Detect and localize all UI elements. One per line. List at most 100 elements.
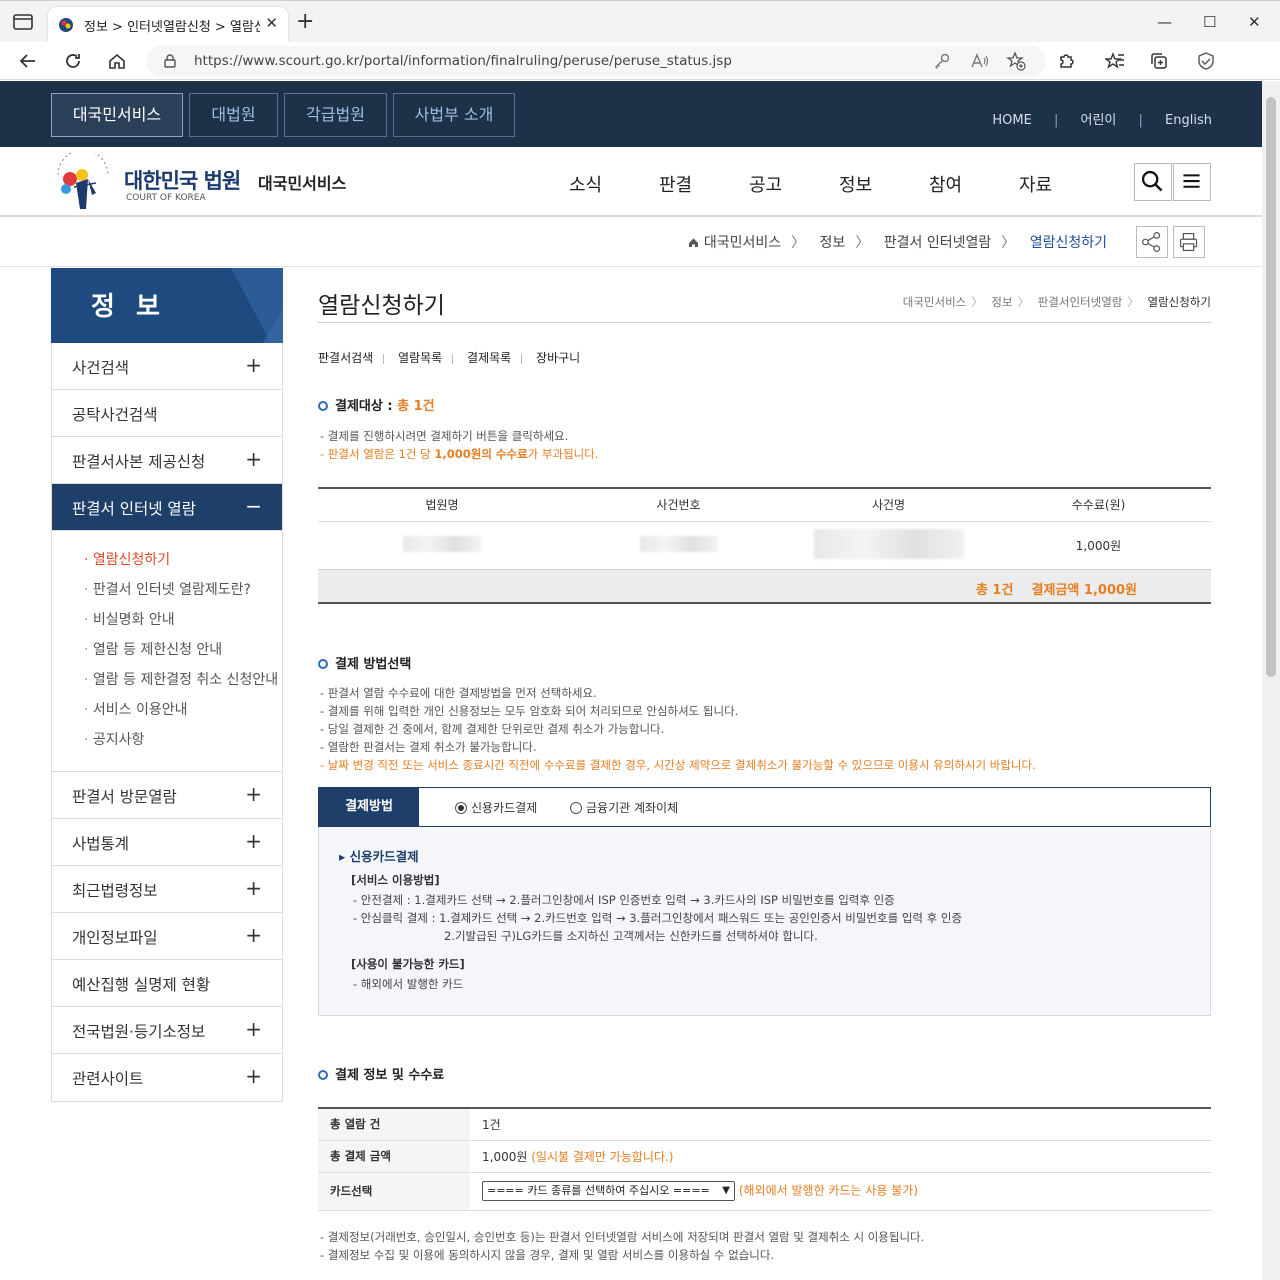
tab-payment-list[interactable]: 결제목록 (467, 351, 511, 365)
chevron-down-icon[interactable]: ▼ (722, 1182, 730, 1200)
tab-close-icon[interactable]: ✕ (265, 14, 278, 32)
url-field[interactable]: https://www.scourt.go.kr/portal/informat… (146, 46, 1046, 76)
tab-actions-icon[interactable] (12, 13, 34, 31)
expand-icon[interactable]: + (245, 353, 262, 377)
warning-line: - 날짜 변경 직전 또는 서비스 종료시간 직전에 수수료를 결제한 경우, … (320, 758, 1036, 772)
summary-count: 총 1건 (975, 583, 1014, 598)
radio-unchecked-icon[interactable] (570, 802, 582, 814)
refresh-icon[interactable] (63, 51, 83, 71)
submenu-service-guide[interactable]: 서비스 이용안내 (84, 695, 282, 725)
gnb-judgment[interactable]: 판결 (659, 171, 692, 197)
submenu-anonymization[interactable]: 비실명화 안내 (84, 605, 282, 635)
search-icon (1141, 170, 1163, 192)
sidebar-item-recent-laws[interactable]: 최근법령정보 + (52, 866, 282, 913)
menu-button[interactable] (1173, 163, 1211, 201)
submenu-restriction-cancel[interactable]: 열람 등 제한결정 취소 신청안내 (84, 665, 282, 695)
redacted-text (813, 529, 964, 560)
expand-icon[interactable]: + (245, 782, 262, 806)
sidebar-item-deposit-search[interactable]: 공탁사건검색 (52, 390, 282, 437)
court-emblem-icon[interactable] (52, 153, 114, 213)
tab-judgment-search[interactable]: 판결서검색 (318, 351, 373, 365)
sidebar-item-label: 관련사이트 (72, 1070, 144, 1088)
gnb-info[interactable]: 정보 (839, 171, 872, 197)
sidebar-item-visit-viewing[interactable]: 판결서 방문열람 + (52, 772, 282, 819)
lock-icon[interactable] (164, 54, 176, 68)
tab-divider (521, 353, 523, 364)
key-icon[interactable] (932, 51, 952, 71)
collapse-icon[interactable]: − (245, 494, 262, 518)
scrollbar-thumb[interactable] (1266, 97, 1276, 677)
breadcrumb-item[interactable]: 판결서 인터넷열람 (884, 235, 992, 251)
breadcrumb-arrow: 〉 (791, 235, 806, 251)
back-icon[interactable] (18, 51, 38, 71)
sidebar-item-budget[interactable]: 예산집행 실명제 현황 (52, 960, 282, 1007)
radio-credit-card[interactable]: 신용카드결제 (455, 799, 537, 816)
favorites-icon[interactable] (1105, 51, 1125, 71)
logo-title[interactable]: 대한민국 법원 (124, 165, 241, 195)
home-link[interactable]: HOME (992, 113, 1031, 128)
print-button[interactable] (1173, 226, 1205, 258)
add-favorite-icon[interactable] (1006, 51, 1026, 71)
gnb-materials[interactable]: 자료 (1019, 171, 1052, 197)
topnav-public-service[interactable]: 대국민서비스 (51, 93, 183, 137)
topnav-supreme-court[interactable]: 대법원 (189, 93, 278, 137)
mini-breadcrumb-item[interactable]: 판결서인터넷열람 (1038, 295, 1123, 309)
share-button[interactable] (1136, 226, 1168, 258)
breadcrumb-current[interactable]: 열람신청하기 (1030, 235, 1107, 251)
collections-icon[interactable] (1149, 51, 1169, 71)
sidebar-item-label: 예산집행 실명제 현황 (72, 976, 211, 994)
sidebar-item-related-sites[interactable]: 관련사이트 + (52, 1054, 282, 1101)
sidebar-item-case-search[interactable]: 사건검색 + (52, 343, 282, 390)
bullet-circle-icon (318, 659, 328, 669)
expand-icon[interactable]: + (245, 876, 262, 900)
summary-text: 총 1건 결제금액 1,000원 (976, 579, 1137, 598)
mini-breadcrumb-item[interactable]: 정보 (991, 295, 1012, 309)
topnav-courts[interactable]: 각급법원 (284, 93, 387, 137)
topnav-judiciary-intro[interactable]: 사법부 소개 (393, 93, 515, 137)
gnb-participation[interactable]: 참여 (929, 171, 962, 197)
sidebar-item-judgment-copy[interactable]: 판결서사본 제공신청 + (52, 437, 282, 484)
maximize-icon[interactable]: ☐ (1203, 13, 1216, 31)
mini-breadcrumb-item[interactable]: 대국민서비스 (903, 295, 966, 309)
window-close-icon[interactable]: ✕ (1248, 13, 1261, 31)
gnb-news[interactable]: 소식 (569, 171, 602, 197)
expand-icon[interactable]: + (245, 1017, 262, 1041)
sidebar-item-privacy-files[interactable]: 개인정보파일 + (52, 913, 282, 960)
new-tab-icon[interactable]: + (296, 11, 314, 33)
breadcrumb-item[interactable]: 정보 (820, 235, 846, 251)
expand-icon[interactable]: + (245, 829, 262, 853)
browser-tab[interactable]: 정보 > 인터넷열람신청 > 열람신 ✕ (48, 7, 288, 43)
gnb-notice[interactable]: 공고 (749, 171, 782, 197)
radio-bank-transfer[interactable]: 금융기관 계좌이체 (570, 799, 678, 816)
english-link[interactable]: English (1165, 113, 1212, 128)
payment-summary-row: 총 1건 결제금액 1,000원 (318, 569, 1211, 604)
browser-essentials-icon[interactable] (1196, 51, 1216, 71)
submenu-restriction[interactable]: 열람 등 제한신청 안내 (84, 635, 282, 665)
sidebar-item-internet-viewing[interactable]: 판결서 인터넷 열람 − (52, 484, 282, 531)
minimize-icon[interactable]: — (1157, 13, 1172, 31)
submenu-apply[interactable]: 열람신청하기 (84, 545, 282, 575)
search-button[interactable] (1134, 163, 1172, 201)
breadcrumb-item[interactable]: 대국민서비스 (704, 235, 781, 251)
extensions-icon[interactable] (1056, 51, 1076, 71)
sidebar-item-court-info[interactable]: 전국법원·등기소정보 + (52, 1007, 282, 1054)
radio-checked-icon[interactable] (455, 802, 467, 814)
expand-icon[interactable]: + (245, 923, 262, 947)
cell-court-redacted (318, 521, 566, 570)
read-aloud-icon[interactable] (969, 51, 989, 71)
submenu-notice[interactable]: 공지사항 (84, 725, 282, 755)
expand-icon[interactable]: + (245, 447, 262, 471)
page-scrollbar[interactable] (1262, 81, 1280, 1280)
card-type-select[interactable]: ==== 카드 종류를 선택하여 주십시오 ==== ▼ (482, 1181, 735, 1201)
desc-line: - 결제정보(거래번호, 승인일시, 승인번호 등)는 판결서 인터넷열람 서비… (320, 1230, 925, 1244)
usage-line: 2.기발급된 구)LG카드를 소지하신 고객께서는 신한카드를 선택하셔야 합니… (444, 929, 818, 943)
kids-link[interactable]: 어린이 (1080, 109, 1116, 128)
logo-service-name[interactable]: 대국민서비스 (258, 170, 346, 194)
tab-viewing-list[interactable]: 열람목록 (398, 351, 442, 365)
sidebar-item-statistics[interactable]: 사법통계 + (52, 819, 282, 866)
tab-cart[interactable]: 장바구니 (536, 351, 580, 365)
home-icon[interactable] (107, 51, 127, 71)
mini-breadcrumb-arrow: 〉 (971, 295, 983, 309)
submenu-about[interactable]: 판결서 인터넷 열람제도란? (84, 575, 282, 605)
expand-icon[interactable]: + (245, 1064, 262, 1088)
